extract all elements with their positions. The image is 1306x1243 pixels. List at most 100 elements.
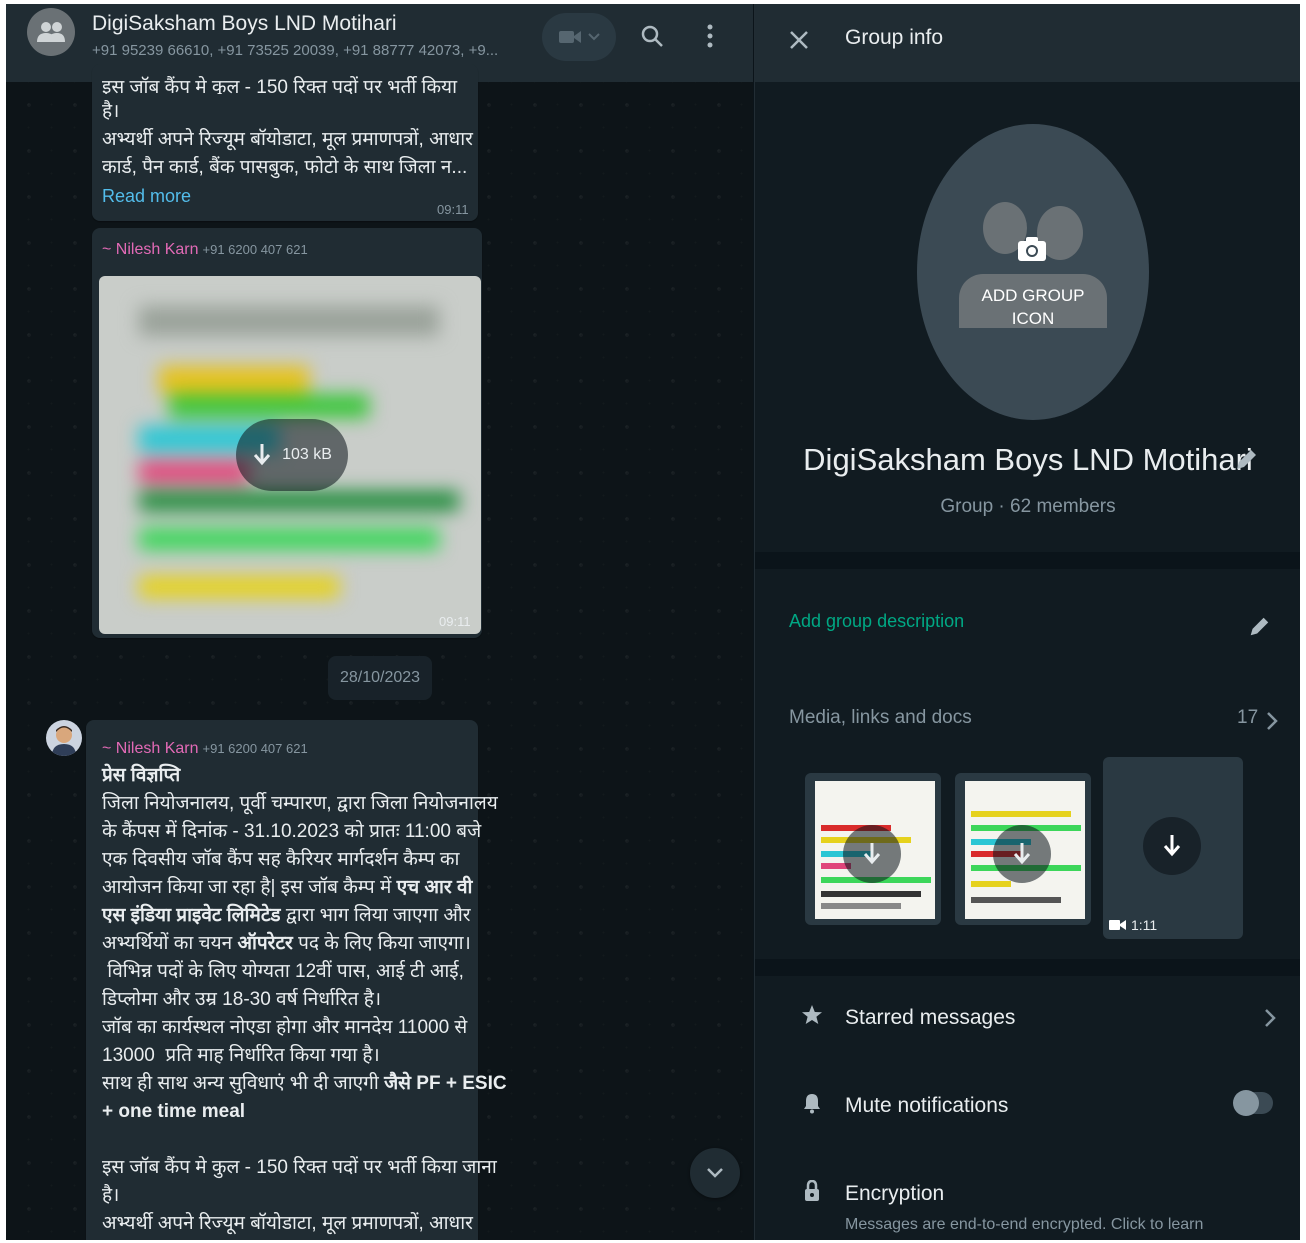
message-time: 09:11 xyxy=(437,202,469,217)
avatar-image xyxy=(52,726,76,756)
search-icon xyxy=(641,25,663,47)
download-icon xyxy=(1163,835,1181,857)
mute-notifications-row[interactable]: Mute notifications xyxy=(755,1064,1300,1136)
message-partial-line: इस जॉब कैंप मे कुल - 150 रिक्त पदों पर भ… xyxy=(102,77,457,94)
message-line: कार्ड, पैन कार्ड, बैंक पासबुक, फोटो के स… xyxy=(102,157,468,178)
chat-header-text[interactable]: DigiSaksham Boys LND Motihari +91 95239 … xyxy=(92,12,512,59)
description-media-section: Add group description Media, links and d… xyxy=(755,569,1300,959)
close-button[interactable] xyxy=(785,26,813,54)
download-icon xyxy=(253,444,271,466)
menu-icon xyxy=(707,24,713,48)
message-text-segment: अभ्यर्थियों का चयन xyxy=(102,933,238,954)
message-line: जिला नियोजनालय, पूर्वी चम्पारण, द्वारा ज… xyxy=(102,790,498,818)
message-line: विभिन्न पदों के लिए योग्यता 12वीं पास, आ… xyxy=(102,958,478,986)
image-time: 09:11 xyxy=(439,614,471,629)
video-duration-text: 1:11 xyxy=(1131,917,1158,933)
chevron-down-icon xyxy=(588,33,600,41)
add-group-icon-label-line2: ICON xyxy=(1011,309,1055,328)
chat-pane: DigiSaksham Boys LND Motihari +91 95239 … xyxy=(6,4,753,1240)
close-icon xyxy=(790,31,808,49)
message-text-segment: पद के लिए किया जाएगा। xyxy=(292,933,471,954)
encryption-row[interactable]: Encryption Messages are end-to-end encry… xyxy=(755,1152,1300,1240)
sender-phone: +91 6200 407 621 xyxy=(202,741,308,756)
message-text-segment: साथ ही साथ अन्य सुविधाएं भी दी जाएगी xyxy=(102,1073,385,1094)
scroll-down-button[interactable] xyxy=(690,1148,740,1198)
message-line: है। xyxy=(102,101,120,122)
message-line xyxy=(102,1126,478,1154)
edit-description-button[interactable] xyxy=(1247,615,1271,639)
message-line: + one time meal xyxy=(102,1098,478,1126)
media-links-docs-label[interactable]: Media, links and docs xyxy=(789,707,972,729)
message-bold-segment: + one time meal xyxy=(102,1101,246,1122)
starred-messages-row[interactable]: Starred messages xyxy=(755,976,1300,1048)
video-icon xyxy=(1109,920,1126,930)
lock-icon xyxy=(805,1180,819,1201)
message-text-segment: अभ्यर्थी अपने रिज्यूम बॉयोडाटा, मूल प्रम… xyxy=(102,1213,473,1234)
download-icon xyxy=(863,843,881,865)
message-bubble-long[interactable]: ~ Nilesh Karn +91 6200 407 621 प्रेस विज्… xyxy=(86,720,507,1240)
chevron-down-icon xyxy=(707,1168,723,1178)
download-button[interactable] xyxy=(1143,817,1201,875)
message-sender[interactable]: ~ Nilesh Karn +91 6200 407 621 xyxy=(102,740,308,758)
blurred-image-preview[interactable]: 103 kB 09:11 xyxy=(99,276,481,634)
group-settings-section: Starred messages Mute notifications Encr… xyxy=(755,976,1300,1240)
message-line: आयोजन किया जा रहा है| इस जॉब कैम्प में ए… xyxy=(102,874,478,902)
starred-messages-label: Starred messages xyxy=(845,1006,1016,1029)
group-avatar[interactable] xyxy=(27,8,75,56)
app-window: DigiSaksham Boys LND Motihari +91 95239 … xyxy=(6,4,1300,1240)
message-line: अभ्यर्थी अपने रिज्यूम बॉयोडाटा, मूल प्रम… xyxy=(102,1210,478,1238)
add-description-link[interactable]: Add group description xyxy=(789,611,964,632)
message-text-segment: जॉब का कार्यस्थल नोएडा होगा और मानदेय 11… xyxy=(102,1017,468,1038)
video-duration: 1:11 xyxy=(1109,917,1157,933)
chevron-right-icon[interactable] xyxy=(1265,711,1279,731)
media-thumbnail[interactable] xyxy=(955,773,1091,925)
encryption-description: Messages are end-to-end encrypted. Click… xyxy=(845,1216,1204,1233)
message-text-segment: विभिन्न पदों के लिए योग्यता 12वीं पास, आ… xyxy=(102,961,464,982)
group-info-pane: Group info ADD GROUP ICON DigiSaksham Bo… xyxy=(754,4,1300,1240)
download-button[interactable] xyxy=(993,825,1051,883)
message-text-segment: डिप्लोमा और उम्र 18-30 वर्ष निर्धारित है… xyxy=(102,989,382,1010)
star-icon xyxy=(802,1005,822,1024)
message-bold-segment: प्रेस विज्ञप्ति xyxy=(102,765,181,786)
message-bubble[interactable]: इस जॉब कैंप मे कुल - 150 रिक्त पदों पर भ… xyxy=(92,64,478,221)
message-text-segment: के कैंपस में दिनांक - 31.10.2023 को प्रा… xyxy=(102,821,482,842)
pencil-icon xyxy=(1250,617,1269,636)
message-line: है। xyxy=(102,1182,478,1210)
mute-toggle-knob xyxy=(1233,1090,1259,1116)
sender-avatar[interactable] xyxy=(46,720,82,756)
message-text-segment: है। xyxy=(102,1185,120,1206)
message-line: के कैंपस में दिनांक - 31.10.2023 को प्रा… xyxy=(102,818,482,846)
download-icon xyxy=(1013,843,1031,865)
add-group-icon-label: ADD GROUP ICON xyxy=(917,284,1149,330)
add-group-icon-button[interactable]: ADD GROUP ICON xyxy=(917,124,1149,420)
group-meta: Group · 62 members xyxy=(940,496,1116,517)
message-text-segment: एक दिवसीय जॉब कैंप सह कैरियर मार्गदर्शन … xyxy=(102,849,460,870)
video-call-icon xyxy=(559,31,581,43)
media-thumbnail[interactable] xyxy=(805,773,941,925)
image-message-bubble[interactable]: ~ Nilesh Karn +91 6200 407 621 103 kB 09… xyxy=(92,228,482,638)
menu-button[interactable] xyxy=(696,22,724,50)
encryption-label: Encryption xyxy=(845,1182,945,1205)
message-bold-segment: एच आर वी xyxy=(396,877,473,898)
message-text-segment: जिला नियोजनालय, पूर्वी चम्पारण, द्वारा ज… xyxy=(102,793,498,814)
download-button[interactable]: 103 kB xyxy=(236,419,348,491)
download-button[interactable] xyxy=(843,825,901,883)
message-line: 13000 प्रति माह निर्धारित किया गया है। xyxy=(102,1042,478,1070)
message-body: प्रेस विज्ञप्ति जिला नियोजनालय, पूर्वी चम… xyxy=(102,762,507,1238)
message-line: एक दिवसीय जॉब कैंप सह कैरियर मार्गदर्शन … xyxy=(102,846,478,874)
edit-name-button[interactable] xyxy=(1233,447,1259,473)
media-count[interactable]: 17 xyxy=(1237,707,1258,729)
group-info-header: Group info xyxy=(755,4,1300,82)
read-more-link[interactable]: Read more xyxy=(102,186,191,207)
chevron-right-icon xyxy=(1265,1009,1276,1027)
video-call-button[interactable] xyxy=(542,13,616,61)
video-thumbnail[interactable]: 1:11 xyxy=(1103,757,1243,939)
message-sender[interactable]: ~ Nilesh Karn +91 6200 407 621 xyxy=(102,241,308,259)
search-button[interactable] xyxy=(638,22,666,50)
add-group-icon-label-line1: ADD GROUP xyxy=(981,286,1085,305)
message-line: इस जॉब कैंप मे कुल - 150 रिक्त पदों पर भ… xyxy=(102,1154,497,1182)
sender-phone: +91 6200 407 621 xyxy=(202,242,308,257)
message-bold-segment: ऑपरेटर xyxy=(237,933,293,954)
group-info-title: Group info xyxy=(845,26,944,49)
mute-toggle[interactable] xyxy=(1233,1090,1273,1116)
